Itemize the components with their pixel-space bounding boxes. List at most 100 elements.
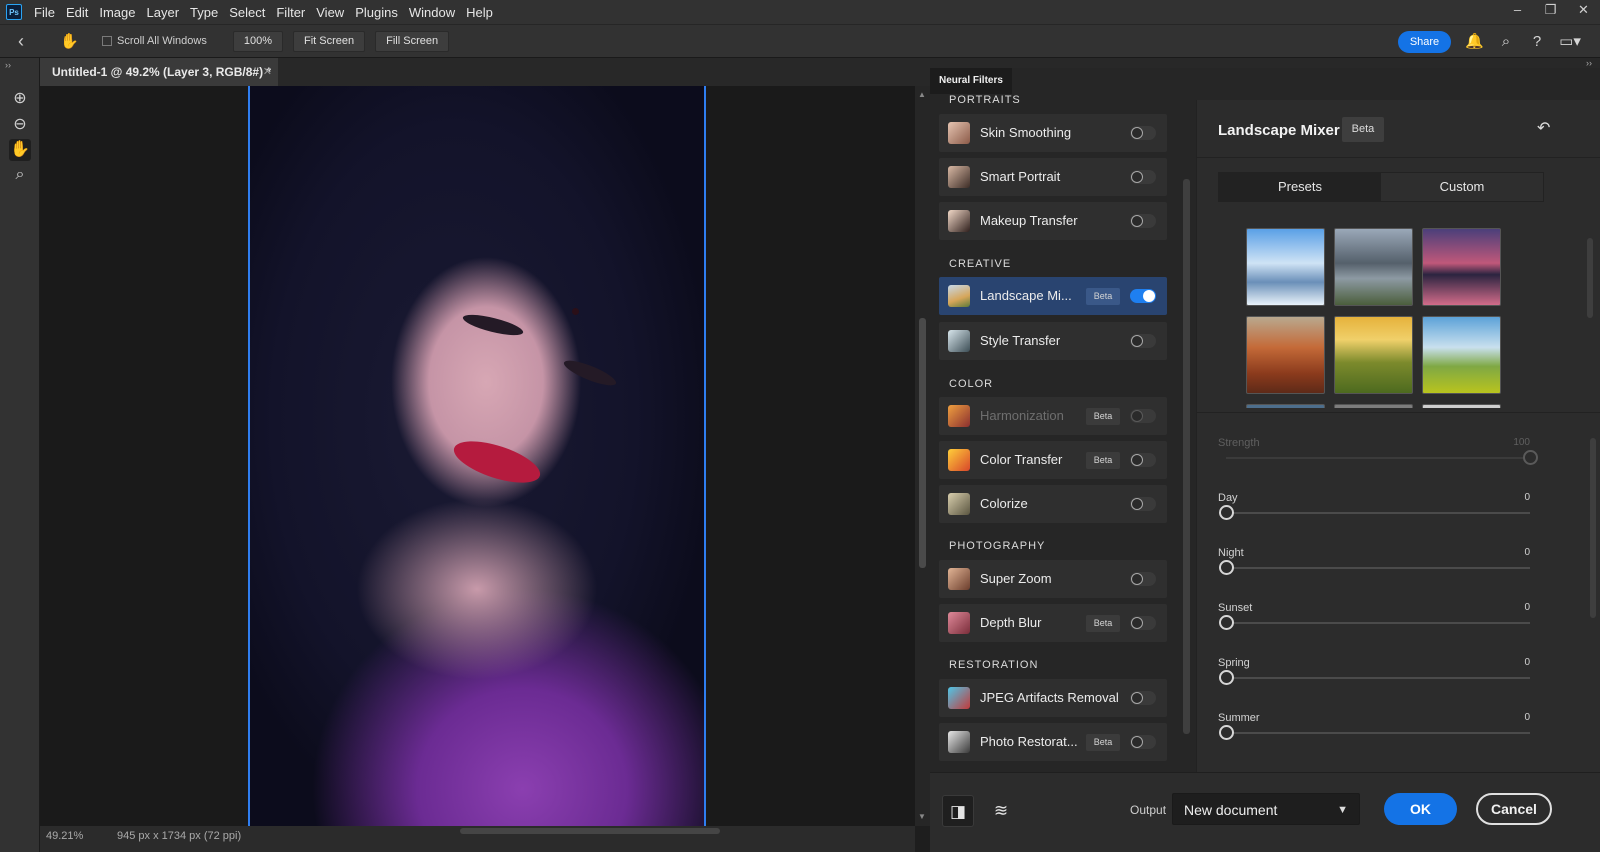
photo-restoration-toggle[interactable] — [1130, 735, 1156, 749]
zoom-100-button[interactable]: 100% — [232, 30, 283, 52]
filter-row-jpeg-artifacts-removal[interactable]: JPEG Artifacts Removal — [939, 679, 1167, 717]
preset-thumbnail[interactable] — [1246, 316, 1325, 394]
zoom-out-icon[interactable]: ⊖ — [9, 114, 31, 136]
slider-day[interactable]: Day 0 — [1218, 492, 1530, 532]
menu-type[interactable]: Type — [190, 5, 218, 20]
super-zoom-toggle[interactable] — [1130, 572, 1156, 586]
bell-icon[interactable]: 🔔 — [1465, 33, 1484, 51]
output-select[interactable]: New document ▼ — [1172, 793, 1360, 825]
filter-row-super-zoom[interactable]: Super Zoom — [939, 560, 1167, 598]
slider-sunset[interactable]: Sunset 0 — [1218, 602, 1530, 642]
menu-plugins[interactable]: Plugins — [355, 5, 398, 20]
hand-tool-icon[interactable]: ✋ — [60, 32, 80, 50]
scroll-all-windows-checkbox[interactable]: Scroll All Windows — [102, 35, 207, 47]
zoom-in-icon[interactable]: ⊕ — [9, 88, 31, 110]
slider-knob[interactable] — [1219, 615, 1234, 630]
menu-edit[interactable]: Edit — [66, 5, 88, 20]
status-zoom[interactable]: 49.21% — [46, 830, 83, 842]
landscape-mixer-toggle[interactable] — [1130, 289, 1156, 303]
scroll-thumb[interactable] — [1183, 179, 1190, 734]
slider-summer[interactable]: Summer 0 — [1218, 712, 1530, 752]
scroll-down-icon[interactable]: ▼ — [918, 812, 926, 821]
ok-button[interactable]: OK — [1384, 793, 1457, 825]
makeup-transfer-toggle[interactable] — [1130, 214, 1156, 228]
collapse-arrows-icon[interactable]: ›› — [5, 60, 11, 70]
close-tab-icon[interactable]: ✕ — [263, 58, 272, 86]
filter-row-makeup-transfer[interactable]: Makeup Transfer — [939, 202, 1167, 240]
filter-row-smart-portrait[interactable]: Smart Portrait — [939, 158, 1167, 196]
menu-help[interactable]: Help — [466, 5, 493, 20]
tab-custom[interactable]: Custom — [1381, 173, 1543, 201]
slider-track[interactable] — [1226, 567, 1530, 569]
preset-thumbnail[interactable] — [1246, 228, 1325, 306]
scroll-thumb[interactable] — [919, 318, 926, 568]
tab-presets[interactable]: Presets — [1219, 173, 1381, 201]
layer-preview-icon[interactable]: ≋ — [985, 795, 1017, 827]
menu-file[interactable]: File — [34, 5, 55, 20]
slider-track[interactable] — [1226, 512, 1530, 514]
preset-thumbnail[interactable] — [1422, 404, 1501, 408]
preset-thumbnail[interactable] — [1334, 228, 1413, 306]
workspace-icon[interactable]: ▭▾ — [1557, 33, 1583, 51]
photoshop-logo[interactable]: Ps — [6, 4, 22, 20]
menu-view[interactable]: View — [316, 5, 344, 20]
hand-icon[interactable]: ✋ — [9, 139, 31, 161]
color-transfer-toggle[interactable] — [1130, 453, 1156, 467]
slider-track[interactable] — [1226, 732, 1530, 734]
slider-strength[interactable]: Strength 100 — [1218, 437, 1538, 477]
skin-smoothing-toggle[interactable] — [1130, 126, 1156, 140]
cancel-button[interactable]: Cancel — [1476, 793, 1552, 825]
filter-row-colorize[interactable]: Colorize — [939, 485, 1167, 523]
scroll-up-icon[interactable]: ▲ — [918, 90, 926, 99]
slider-track[interactable] — [1226, 677, 1530, 679]
search-icon[interactable]: ⌕ — [1497, 33, 1515, 51]
slider-knob[interactable] — [1523, 450, 1538, 465]
preset-thumbnail[interactable] — [1422, 316, 1501, 394]
slider-night[interactable]: Night 0 — [1218, 547, 1530, 587]
filter-row-landscape-mixer[interactable]: Landscape Mi... Beta — [939, 277, 1167, 315]
slider-knob[interactable] — [1219, 505, 1234, 520]
harmonization-toggle[interactable] — [1130, 409, 1156, 423]
scroll-thumb[interactable] — [1587, 238, 1593, 318]
preset-thumbnail[interactable] — [1422, 228, 1501, 306]
document-image[interactable] — [248, 86, 706, 826]
help-icon[interactable]: ? — [1528, 33, 1546, 51]
expand-panels-icon[interactable]: ›› — [1586, 58, 1592, 68]
menu-window[interactable]: Window — [409, 5, 455, 20]
slider-track[interactable] — [1226, 622, 1530, 624]
menu-image[interactable]: Image — [99, 5, 135, 20]
slider-spring[interactable]: Spring 0 — [1218, 657, 1530, 697]
filter-row-style-transfer[interactable]: Style Transfer — [939, 322, 1167, 360]
settings-scrollbar[interactable] — [1590, 428, 1596, 768]
slider-knob[interactable] — [1219, 670, 1234, 685]
compare-view-icon[interactable]: ◨ — [942, 795, 974, 827]
depth-blur-toggle[interactable] — [1130, 616, 1156, 630]
reset-icon[interactable]: ↶ — [1537, 118, 1550, 138]
slider-knob[interactable] — [1219, 725, 1234, 740]
slider-knob[interactable] — [1219, 560, 1234, 575]
smart-portrait-toggle[interactable] — [1130, 170, 1156, 184]
preset-thumbnail[interactable] — [1334, 404, 1413, 408]
canvas-vertical-scrollbar[interactable]: ▲ ▼ — [915, 86, 930, 826]
horizontal-scroll-thumb[interactable] — [460, 828, 720, 834]
filter-row-skin-smoothing[interactable]: Skin Smoothing — [939, 114, 1167, 152]
menu-filter[interactable]: Filter — [276, 5, 305, 20]
share-button[interactable]: Share — [1398, 31, 1451, 53]
fit-screen-button[interactable]: Fit Screen — [293, 30, 366, 52]
preset-thumbnail[interactable] — [1334, 316, 1413, 394]
filter-list-scrollbar[interactable] — [1180, 94, 1194, 772]
menu-layer[interactable]: Layer — [147, 5, 180, 20]
restore-icon[interactable]: ❐ — [1534, 0, 1567, 24]
canvas-area[interactable] — [40, 86, 915, 826]
document-tab[interactable]: Untitled-1 @ 49.2% (Layer 3, RGB/8#) * ✕ — [40, 58, 278, 86]
style-transfer-toggle[interactable] — [1130, 334, 1156, 348]
presets-scrollbar[interactable] — [1587, 228, 1595, 406]
filter-row-color-transfer[interactable]: Color Transfer Beta — [939, 441, 1167, 479]
filter-row-harmonization[interactable]: Harmonization Beta — [939, 397, 1167, 435]
back-arrow-icon[interactable]: ‹ — [18, 31, 40, 52]
slider-track[interactable] — [1226, 457, 1530, 459]
preset-thumbnail[interactable] — [1246, 404, 1325, 408]
menu-select[interactable]: Select — [229, 5, 265, 20]
filter-row-depth-blur[interactable]: Depth Blur Beta — [939, 604, 1167, 642]
filter-row-photo-restoration[interactable]: Photo Restorat... Beta — [939, 723, 1167, 761]
